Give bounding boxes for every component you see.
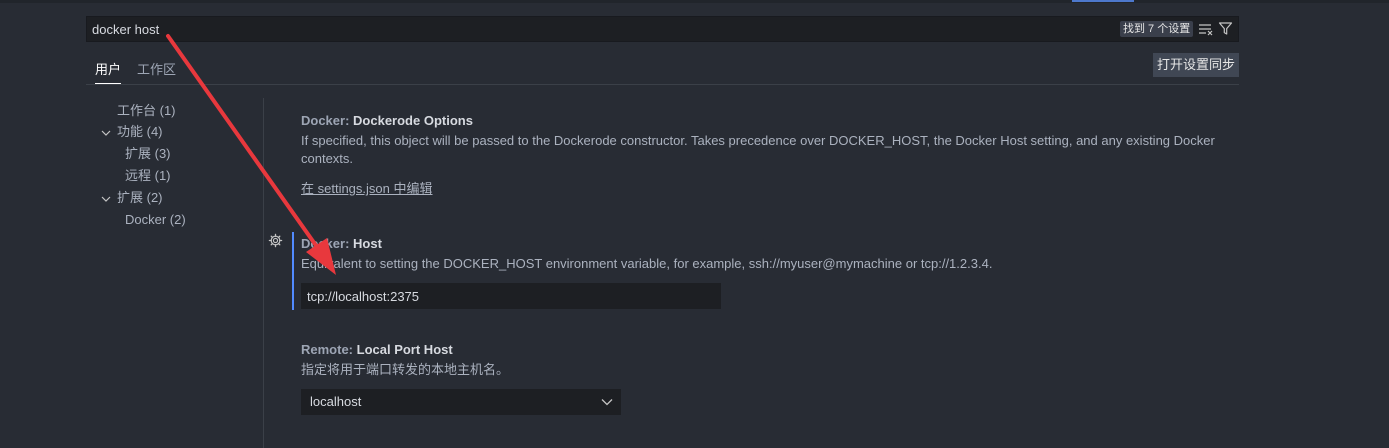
docker-host-input[interactable] xyxy=(301,283,721,309)
toc-item-extensions[interactable]: 扩展 (2) xyxy=(117,188,163,208)
setting-name: Local Port Host xyxy=(356,342,453,357)
edit-in-settings-json-link[interactable]: 在 settings.json 中编辑 xyxy=(301,180,1241,198)
setting-category: Docker: xyxy=(301,236,354,251)
select-value: localhost xyxy=(310,394,362,409)
toc-item-features[interactable]: 功能 (4) xyxy=(117,122,163,142)
toc-item-extensions-feature[interactable]: 扩展 (3) xyxy=(125,144,171,164)
setting-remote-local-port-host: Remote: Local Port Host 指定将用于端口转发的本地主机名。 xyxy=(301,341,1241,379)
settings-search-input[interactable] xyxy=(92,20,992,38)
editor-tab-strip xyxy=(0,0,1389,3)
tab-workspace[interactable]: 工作区 xyxy=(137,59,176,83)
chevron-down-icon xyxy=(601,399,613,406)
toc-divider xyxy=(263,98,264,448)
chevron-down-icon[interactable] xyxy=(101,194,111,204)
setting-name: Dockerode Options xyxy=(353,113,473,128)
toc-item-label: 工作台 (1) xyxy=(117,103,176,118)
setting-dockerode-options: Docker: Dockerode Options If specified, … xyxy=(301,112,1241,198)
setting-description: Equivalent to setting the DOCKER_HOST en… xyxy=(301,256,993,271)
setting-category: Docker: xyxy=(301,113,354,128)
toc-item-label: 扩展 (3) xyxy=(125,146,171,161)
setting-title: Docker: Dockerode Options xyxy=(301,112,1241,130)
setting-description: If specified, this object will be passed… xyxy=(301,133,1215,166)
toc-item-docker[interactable]: Docker (2) xyxy=(125,210,186,230)
toc-item-label: 远程 (1) xyxy=(125,168,171,183)
focused-setting-indicator xyxy=(292,232,294,310)
toc-item-label: 扩展 (2) xyxy=(117,190,163,205)
gear-icon[interactable] xyxy=(268,233,283,248)
toc-item-label: Docker (2) xyxy=(125,212,186,227)
chevron-down-icon[interactable] xyxy=(101,128,111,138)
setting-docker-host: Docker: Host Equivalent to setting the D… xyxy=(301,235,1241,273)
setting-title: Remote: Local Port Host xyxy=(301,341,1241,359)
settings-search-box[interactable] xyxy=(86,16,1239,42)
active-tab-indicator xyxy=(1072,0,1134,2)
setting-category: Remote: xyxy=(301,342,357,357)
toc-item-workbench[interactable]: 工作台 (1) xyxy=(117,101,176,121)
setting-description: 指定将用于端口转发的本地主机名。 xyxy=(301,362,510,377)
setting-title: Docker: Host xyxy=(301,235,1241,253)
filter-icon[interactable] xyxy=(1218,21,1233,36)
clear-filter-icon[interactable] xyxy=(1198,22,1213,36)
tab-user[interactable]: 用户 xyxy=(95,59,122,84)
open-settings-sync-button[interactable]: 打开设置同步 xyxy=(1153,53,1240,77)
settings-scope-tabs: 用户 工作区 xyxy=(86,52,1239,85)
setting-name: Host xyxy=(353,236,382,251)
toc-item-label: 功能 (4) xyxy=(117,124,163,139)
toc-item-remote[interactable]: 远程 (1) xyxy=(125,166,171,186)
local-port-host-select[interactable]: localhost xyxy=(301,389,621,415)
search-result-count: 找到 7 个设置 xyxy=(1120,21,1194,37)
